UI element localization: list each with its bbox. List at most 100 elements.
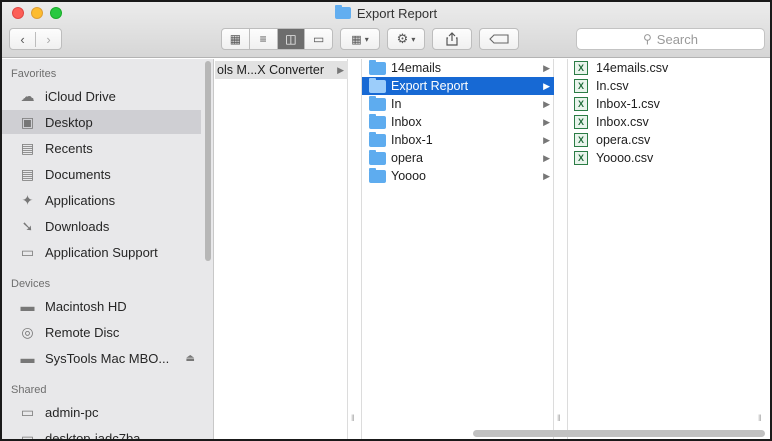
sidebar-item-application-support[interactable]: ▭ Application Support xyxy=(2,240,201,264)
list-item[interactable]: Inbox ▶ xyxy=(362,113,554,131)
window-title: Export Report xyxy=(2,5,770,21)
chevron-right-icon: ▶ xyxy=(543,116,550,127)
horizontal-scrollbar[interactable] xyxy=(473,430,765,437)
excel-csv-icon: X xyxy=(574,115,588,129)
search-placeholder: Search xyxy=(656,31,698,47)
sidebar-item-downloads[interactable]: ➘ Downloads xyxy=(2,214,201,238)
list-item[interactable]: X Inbox-1.csv xyxy=(568,95,770,113)
chevron-right-icon: ▶ xyxy=(543,170,550,181)
chevron-down-icon: ▾ xyxy=(364,34,369,44)
chevron-right-icon: ▶ xyxy=(543,80,550,91)
list-item-selected[interactable]: Export Report ▶ xyxy=(362,77,554,95)
chevron-right-icon: ▶ xyxy=(337,64,344,75)
file-label: Inbox.csv xyxy=(596,115,649,129)
column-resize-handle[interactable]: ‖ xyxy=(351,413,355,423)
computer-icon: ▭ xyxy=(20,403,35,420)
folder-icon xyxy=(369,113,386,129)
column-divider[interactable]: ‖ xyxy=(554,59,568,439)
list-item[interactable]: opera ▶ xyxy=(362,149,554,167)
search-field[interactable]: ⚲ Search xyxy=(576,28,765,50)
file-label: Yoooo.csv xyxy=(596,151,654,165)
chevron-left-icon[interactable]: ‹ xyxy=(10,32,35,47)
column-resize-handle[interactable]: ‖ xyxy=(557,413,561,423)
chevron-right-icon: ▶ xyxy=(543,98,550,109)
file-label: Inbox-1.csv xyxy=(596,97,660,111)
sidebar-item-documents[interactable]: ▤ Documents xyxy=(2,162,201,186)
sidebar-item-label: Documents xyxy=(45,166,111,182)
list-item[interactable]: X In.csv xyxy=(568,77,770,95)
navigation-buttons: ‹ › xyxy=(9,28,62,50)
column-view-icon[interactable]: ◫ xyxy=(276,29,305,49)
sidebar-section-shared: Shared xyxy=(11,384,47,396)
sidebar-scrollbar[interactable] xyxy=(205,61,211,261)
sidebar-item-applications[interactable]: ✦ Applications xyxy=(2,188,201,212)
excel-csv-icon: X xyxy=(574,97,588,111)
share-button[interactable] xyxy=(432,28,472,50)
search-icon: ⚲ xyxy=(643,32,652,46)
toolbar: Export Report ‹ › ▦ ≡ ◫ ▭ ▦ ▾ ⚙ ▾ ⚲ Sear… xyxy=(2,2,770,58)
eject-icon[interactable]: ⏏ xyxy=(186,353,195,364)
sidebar-item-label: desktop-iadc7ba xyxy=(45,430,141,441)
column-2: 14emails ▶ Export Report ▶ In ▶ Inbox ▶ … xyxy=(362,59,554,439)
list-item[interactable]: 14emails ▶ xyxy=(362,59,554,77)
icon-view-icon[interactable]: ▦ xyxy=(222,29,249,49)
sidebar-item-desktop-iadc7ba[interactable]: ▭ desktop-iadc7ba xyxy=(2,426,201,441)
list-item[interactable]: Inbox-1 ▶ xyxy=(362,131,554,149)
download-icon: ➘ xyxy=(21,217,34,234)
sidebar-item-macintosh-hd[interactable]: ▬ Macintosh HD xyxy=(2,294,201,318)
sidebar-item-recents[interactable]: ▤ Recents xyxy=(2,136,201,160)
sidebar-item-admin-pc[interactable]: ▭ admin-pc xyxy=(2,400,201,424)
sidebar-item-icloud-drive[interactable]: ☁ iCloud Drive xyxy=(2,84,201,108)
sidebar-item-label: Downloads xyxy=(45,218,110,234)
column-divider[interactable]: ‖ xyxy=(348,59,362,439)
chevron-right-icon[interactable]: › xyxy=(35,31,61,47)
folder-icon xyxy=(369,149,386,165)
sidebar-item-label: SysTools Mac MBO... xyxy=(45,350,170,366)
folder-label: Inbox-1 xyxy=(391,133,433,147)
cloud-icon: ☁ xyxy=(20,87,35,104)
applications-icon: ✦ xyxy=(21,191,34,208)
gear-icon: ⚙ xyxy=(396,31,409,46)
folder-icon xyxy=(369,131,386,147)
tag-button[interactable] xyxy=(479,28,519,50)
view-mode-buttons: ▦ ≡ ◫ ▭ xyxy=(221,28,333,50)
list-item[interactable]: Yoooo ▶ xyxy=(362,167,554,185)
list-item[interactable]: X 14emails.csv xyxy=(568,59,770,77)
sidebar-item-label: admin-pc xyxy=(45,404,99,420)
finder-window: Export Report ‹ › ▦ ≡ ◫ ▭ ▦ ▾ ⚙ ▾ ⚲ Sear… xyxy=(0,0,772,441)
sidebar-item-systools-mac-mbox[interactable]: ▬ SysTools Mac MBO... ⏏ xyxy=(2,346,201,370)
folder-label: 14emails xyxy=(391,61,442,75)
sidebar-item-label: Macintosh HD xyxy=(45,298,127,314)
column-1: ols M...X Converter ▶ xyxy=(215,59,348,439)
chevron-right-icon: ▶ xyxy=(543,134,550,145)
folder-icon xyxy=(369,95,386,111)
computer-icon: ▭ xyxy=(20,429,35,441)
folder-label: opera xyxy=(391,151,423,165)
document-icon: ▤ xyxy=(20,165,35,182)
list-item[interactable]: X opera.csv xyxy=(568,131,770,149)
column-resize-handle[interactable]: ‖ xyxy=(758,413,762,423)
list-item[interactable]: In ▶ xyxy=(362,95,554,113)
list-view-icon[interactable]: ≡ xyxy=(248,29,277,49)
sidebar-section-favorites: Favorites xyxy=(11,68,57,80)
excel-csv-icon: X xyxy=(574,61,588,75)
action-button[interactable]: ⚙ ▾ xyxy=(387,28,425,50)
sidebar-item-label: Application Support xyxy=(45,244,158,260)
folder-label: Inbox xyxy=(391,115,422,129)
chevron-right-icon: ▶ xyxy=(543,62,550,73)
sidebar-item-desktop[interactable]: ▣ Desktop xyxy=(2,110,201,134)
list-item[interactable]: X Yoooo.csv xyxy=(568,149,770,167)
excel-csv-icon: X xyxy=(574,79,588,93)
cover-flow-icon[interactable]: ▭ xyxy=(304,29,332,49)
list-item[interactable]: ols M...X Converter ▶ xyxy=(215,61,348,79)
recents-icon: ▤ xyxy=(20,139,35,156)
sidebar-item-remote-disc[interactable]: ◎ Remote Disc xyxy=(2,320,201,344)
list-item[interactable]: X Inbox.csv xyxy=(568,113,770,131)
desktop-icon: ▣ xyxy=(20,113,35,130)
arrange-button[interactable]: ▦ ▾ xyxy=(340,28,380,50)
file-label: In.csv xyxy=(596,79,629,93)
folder-icon: ▭ xyxy=(20,243,35,260)
folder-label: Yoooo xyxy=(391,169,426,183)
file-label: 14emails.csv xyxy=(596,61,669,75)
drive-icon: ▬ xyxy=(20,350,35,366)
